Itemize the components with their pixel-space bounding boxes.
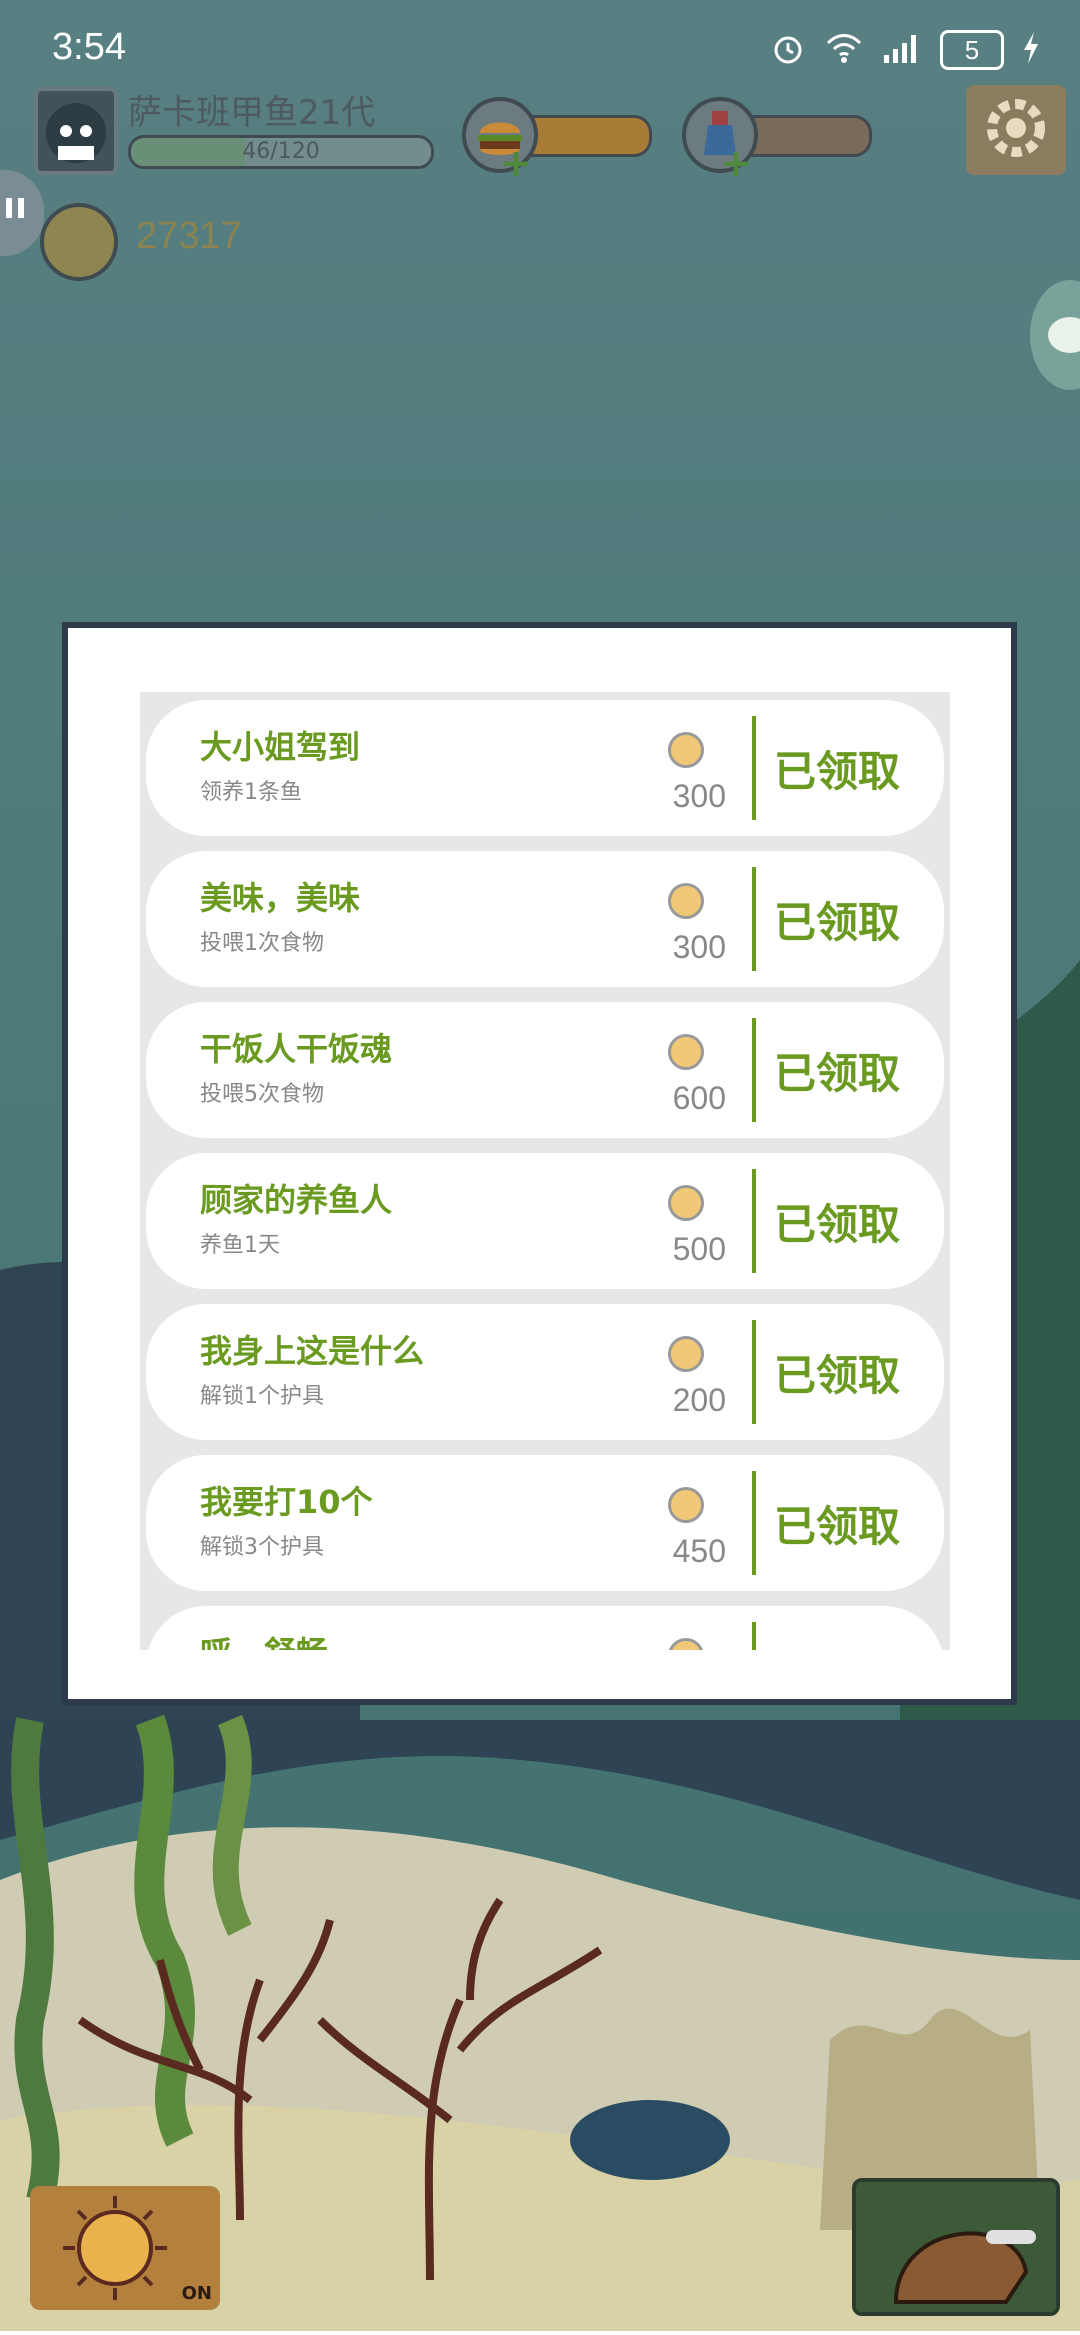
achievement-item: 顾家的养鱼人 养鱼1天 500 已领取 <box>146 1153 944 1289</box>
coin-icon <box>668 1336 704 1372</box>
achievement-item: 干饭人干饭魂 投喂5次食物 600 已领取 <box>146 1002 944 1138</box>
coin-count: 27317 <box>136 215 242 257</box>
coin-icon <box>668 1487 704 1523</box>
claim-status-button[interactable]: 已领取 <box>774 1040 900 1101</box>
gear-icon <box>981 93 1051 167</box>
side-menu-tab[interactable] <box>0 170 44 256</box>
coin-icon <box>668 883 704 919</box>
fish-name: 萨卡班甲鱼21代 <box>128 93 376 133</box>
chat-button[interactable] <box>1030 280 1080 390</box>
fish-avatar[interactable] <box>34 87 118 175</box>
divider <box>752 716 756 820</box>
achievement-title: 顾家的养鱼人 <box>200 1181 393 1219</box>
charging-icon <box>1022 32 1040 68</box>
coin-icon <box>668 1185 704 1221</box>
sun-toggle-button[interactable]: ON <box>30 2186 220 2310</box>
clock: 3:54 <box>52 26 126 68</box>
top-hud: 萨卡班甲鱼21代 46/120 + + 27317 <box>0 85 1080 285</box>
achievement-item: 我身上这是什么 解锁1个护具 200 已领取 <box>146 1304 944 1440</box>
achievement-title: 我要打10个 <box>200 1483 373 1521</box>
achievement-desc: 领养1条鱼 <box>200 780 302 805</box>
achievements-dialog: 大小姐驾到 领养1条鱼 300 已领取 美味，美味 投喂1次食物 300 已领取… <box>62 622 1017 1705</box>
sun-toggle-state: ON <box>181 2283 212 2304</box>
achievement-desc: 解锁1个护具 <box>200 1384 324 1409</box>
achievements-list[interactable]: 大小姐驾到 领养1条鱼 300 已领取 美味，美味 投喂1次食物 300 已领取… <box>140 692 950 1650</box>
achievement-reward: 300 <box>672 778 726 814</box>
divider <box>752 1169 756 1273</box>
divider <box>752 1471 756 1575</box>
signal-icon <box>882 33 922 67</box>
achievement-reward: 300 <box>672 929 726 965</box>
achievement-item: 大小姐驾到 领养1条鱼 300 已领取 <box>146 700 944 836</box>
achievement-title: 大小姐驾到 <box>200 728 361 766</box>
chat-icon <box>1030 317 1080 394</box>
divider <box>752 1622 756 1650</box>
add-potion-icon[interactable]: + <box>720 141 752 185</box>
achievement-item: 我要打10个 解锁3个护具 450 已领取 <box>146 1455 944 1591</box>
xp-bar: 46/120 <box>128 135 434 169</box>
claim-status-button[interactable]: 已领取 <box>774 1493 900 1554</box>
claim-status-button[interactable]: 已领取 <box>774 738 900 799</box>
coin-icon <box>40 203 118 281</box>
achievement-item: 呼，舒畅 <box>146 1606 944 1650</box>
claim-status-button[interactable]: 已领取 <box>774 889 900 950</box>
xp-text: 46/120 <box>242 139 320 164</box>
settings-button[interactable] <box>966 85 1066 175</box>
achievement-reward: 450 <box>672 1533 726 1569</box>
achievement-desc: 投喂5次食物 <box>200 1082 324 1107</box>
claim-status-button[interactable]: 已领取 <box>774 1191 900 1252</box>
divider <box>752 1018 756 1122</box>
achievement-reward: 500 <box>672 1231 726 1267</box>
coin-icon <box>668 1034 704 1070</box>
achievement-item: 美味，美味 投喂1次食物 300 已领取 <box>146 851 944 987</box>
alarm-icon <box>770 30 806 70</box>
wifi-icon <box>824 31 864 69</box>
divider <box>752 867 756 971</box>
status-icons: 5 <box>770 30 1040 70</box>
achievement-desc: 解锁3个护具 <box>200 1535 324 1560</box>
achievement-desc: 养鱼1天 <box>200 1233 280 1258</box>
achievement-desc: 投喂1次食物 <box>200 931 324 956</box>
divider <box>752 1320 756 1424</box>
achievement-title: 我身上这是什么 <box>200 1332 425 1370</box>
achievement-reward: 600 <box>672 1080 726 1116</box>
coin-icon <box>668 732 704 768</box>
add-food-icon[interactable]: + <box>500 141 532 185</box>
claim-status-button[interactable]: 已领取 <box>774 1342 900 1403</box>
achievement-reward: 200 <box>672 1382 726 1418</box>
helmet-button[interactable] <box>852 2178 1060 2316</box>
achievement-title: 干饭人干饭魂 <box>200 1030 393 1068</box>
battery-indicator: 5 <box>940 30 1004 70</box>
achievement-title: 呼，舒畅 <box>200 1628 328 1650</box>
coin-icon <box>668 1638 704 1650</box>
achievement-title: 美味，美味 <box>200 879 361 917</box>
helmet-icon <box>856 2230 1056 2316</box>
